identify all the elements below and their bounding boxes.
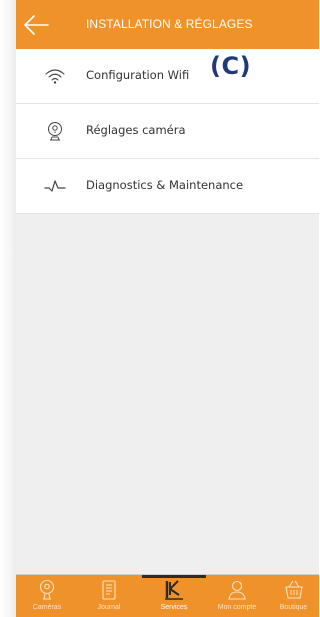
- header-bar: INSTALLATION & RÉGLAGES: [16, 0, 319, 49]
- edge-shadow: [0, 0, 16, 617]
- camera-icon: [48, 122, 62, 141]
- annotation-label: (C): [210, 52, 252, 80]
- user-icon: [228, 580, 246, 600]
- back-button[interactable]: [22, 13, 50, 37]
- pulse-icon: [44, 180, 66, 192]
- bottom-tab-bar: Caméras Journal Services Mon compte Bout…: [16, 575, 319, 617]
- tab-cameras[interactable]: Caméras: [16, 575, 78, 617]
- menu-item-label: Configuration Wifi: [86, 68, 190, 82]
- journal-icon: [102, 580, 116, 600]
- menu-item-diagnostics[interactable]: Diagnostics & Maintenance: [16, 159, 319, 214]
- menu-item-camera-settings[interactable]: Réglages caméra: [16, 104, 319, 159]
- camera-icon: [39, 579, 55, 600]
- wifi-icon: [45, 69, 65, 84]
- tab-label: Services: [160, 604, 188, 611]
- menu-item-label: Diagnostics & Maintenance: [86, 178, 244, 192]
- app-frame: INSTALLATION & RÉGLAGES Configuration Wi…: [0, 0, 319, 617]
- arrow-left-icon: [24, 15, 49, 35]
- tab-label: Boutique: [279, 604, 308, 611]
- tab-journal[interactable]: Journal: [78, 575, 140, 617]
- k-logo-icon: [165, 580, 183, 600]
- app-screen: INSTALLATION & RÉGLAGES Configuration Wi…: [16, 0, 319, 617]
- page-title: INSTALLATION & RÉGLAGES: [86, 17, 253, 31]
- tab-shop[interactable]: Boutique: [268, 575, 319, 617]
- settings-menu: Configuration Wifi Réglages caméra Diagn…: [16, 49, 319, 214]
- tab-services[interactable]: Services: [142, 575, 206, 617]
- menu-item-label: Réglages caméra: [86, 123, 186, 137]
- menu-item-wifi[interactable]: Configuration Wifi: [16, 49, 319, 104]
- tab-label: Journal: [97, 604, 121, 611]
- tab-account[interactable]: Mon compte: [206, 575, 268, 617]
- tab-label: Caméras: [32, 604, 62, 611]
- basket-icon: [284, 580, 303, 599]
- tab-label: Mon compte: [217, 604, 257, 611]
